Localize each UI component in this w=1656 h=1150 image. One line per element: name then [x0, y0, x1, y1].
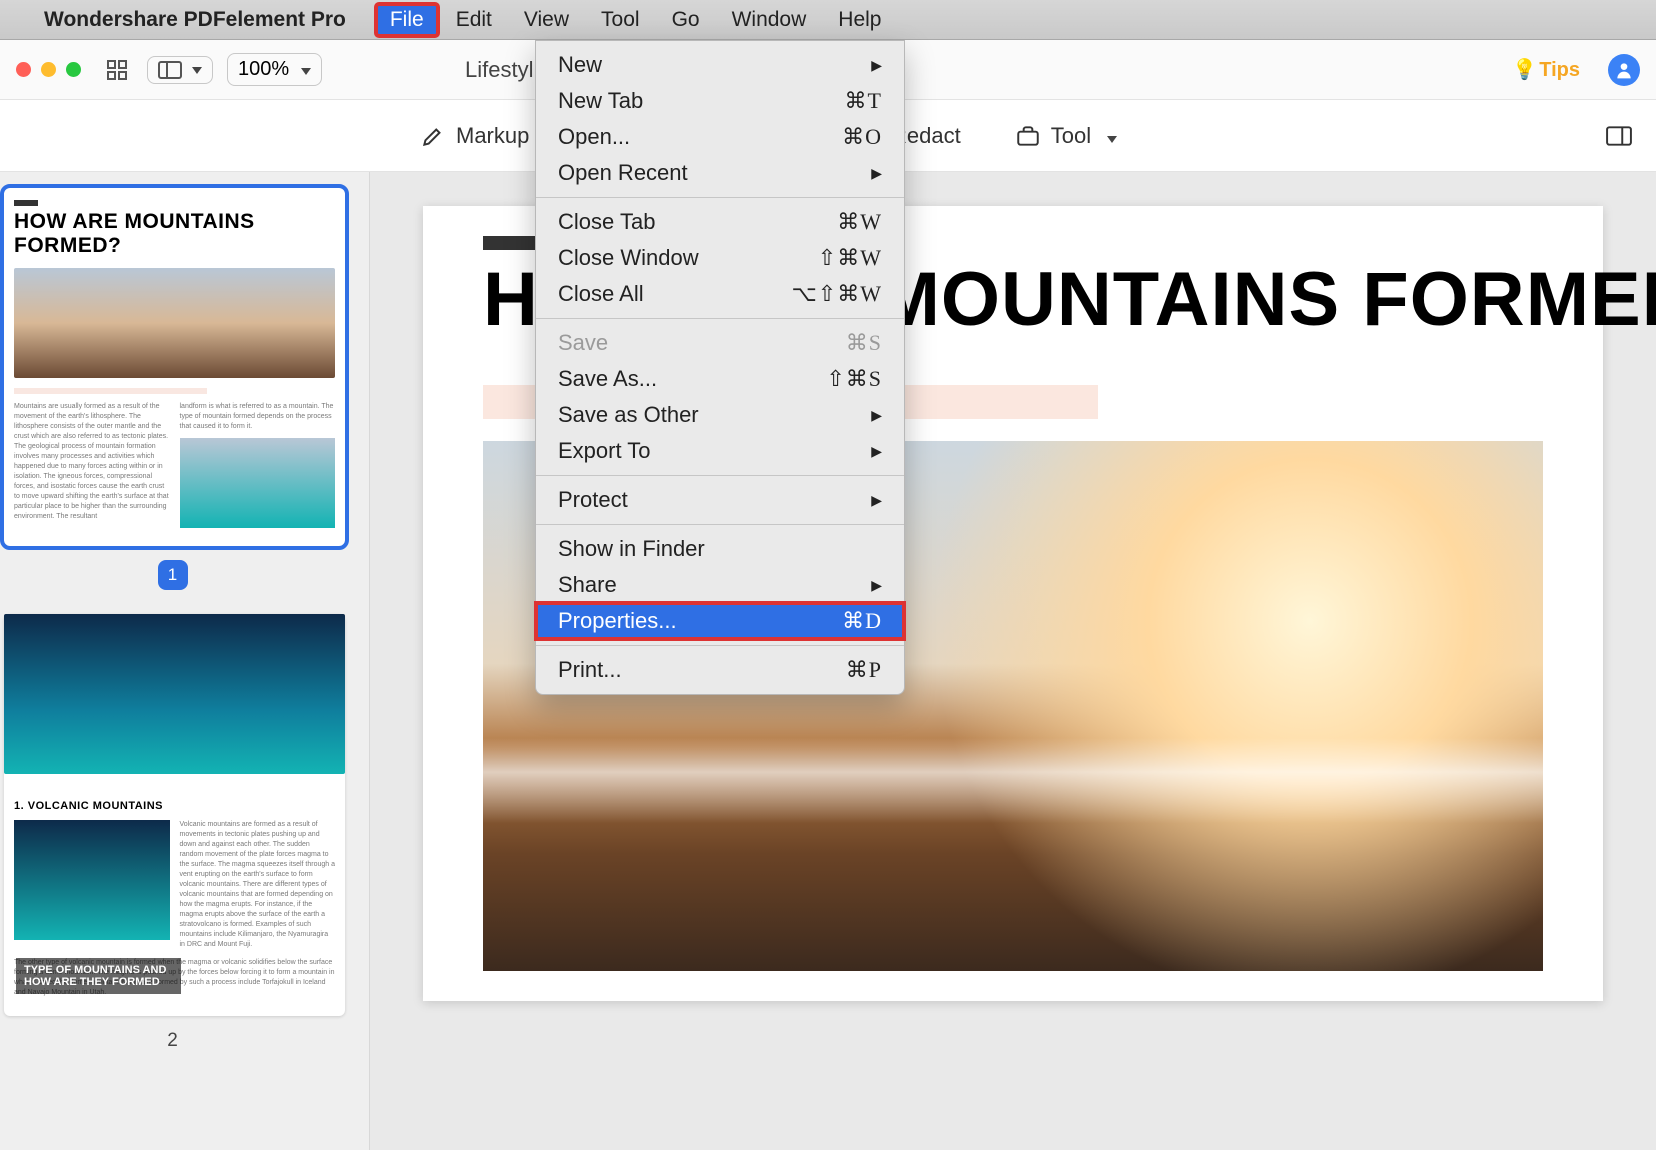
- thumb-heading: 1. VOLCANIC MOUNTAINS: [14, 800, 335, 812]
- tool-label: Markup: [456, 123, 529, 149]
- thumb-text: Mountains are usually formed as a result…: [14, 402, 170, 528]
- thumb-image: [180, 438, 336, 528]
- menu-item-save: Save⌘S: [536, 325, 904, 361]
- window-zoom-button[interactable]: [66, 62, 81, 77]
- thumb-image: [4, 614, 345, 774]
- menu-item-print[interactable]: Print...⌘P: [536, 652, 904, 688]
- thumb-overlay: TYPE OF MOUNTAINS AND HOW ARE THEY FORME…: [16, 958, 181, 994]
- account-avatar[interactable]: [1608, 54, 1640, 86]
- window-close-button[interactable]: [16, 62, 31, 77]
- right-panel-toggle[interactable]: [1606, 123, 1632, 149]
- menu-item-save-as[interactable]: Save As...⇧⌘S: [536, 361, 904, 397]
- menu-separator: [536, 524, 904, 525]
- menu-item-new[interactable]: New: [536, 47, 904, 83]
- thumbnail-grid-icon[interactable]: [105, 58, 129, 82]
- chevron-down-icon: [186, 61, 202, 79]
- chevron-down-icon: [1101, 123, 1117, 149]
- tool-toolbox[interactable]: Tool: [1015, 123, 1117, 149]
- app-name[interactable]: Wondershare PDFelement Pro: [44, 8, 346, 32]
- thumb-text: Volcanic mountains are formed as a resul…: [180, 820, 336, 950]
- menubar-item-view[interactable]: View: [510, 4, 583, 36]
- page-number: 2: [0, 1030, 345, 1052]
- menubar-item-tool[interactable]: Tool: [587, 4, 654, 36]
- menu-separator: [536, 475, 904, 476]
- zoom-value: 100%: [238, 58, 289, 81]
- zoom-select[interactable]: 100%: [227, 53, 322, 86]
- menu-item-close-tab[interactable]: Close Tab⌘W: [536, 204, 904, 240]
- menu-item-properties[interactable]: Properties...⌘D: [536, 603, 904, 639]
- menu-separator: [536, 645, 904, 646]
- page-kicker: [483, 236, 543, 250]
- menu-item-new-tab[interactable]: New Tab⌘T: [536, 83, 904, 119]
- thumb-image: [14, 268, 335, 378]
- tips-button[interactable]: Tips: [1512, 57, 1580, 82]
- menu-item-open[interactable]: Open...⌘O: [536, 119, 904, 155]
- chevron-down-icon: [295, 58, 311, 81]
- page-badge: 1: [158, 560, 188, 590]
- window-minimize-button[interactable]: [41, 62, 56, 77]
- menu-separator: [536, 197, 904, 198]
- highlighter-icon: [420, 123, 446, 149]
- sidebar-toggle[interactable]: [147, 56, 213, 84]
- menubar-item-edit[interactable]: Edit: [442, 4, 506, 36]
- menu-item-open-recent[interactable]: Open Recent: [536, 155, 904, 191]
- menubar-item-help[interactable]: Help: [824, 4, 895, 36]
- menu-item-show-in-finder[interactable]: Show in Finder: [536, 531, 904, 567]
- menubar-item-go[interactable]: Go: [658, 4, 714, 36]
- thumb-title: HOW ARE MOUNTAINS FORMED?: [14, 210, 335, 258]
- thumb-image: [14, 820, 170, 940]
- menu-separator: [536, 318, 904, 319]
- menu-item-share[interactable]: Share: [536, 567, 904, 603]
- file-menu: New New Tab⌘T Open...⌘O Open Recent Clos…: [535, 40, 905, 695]
- traffic-lights: [16, 62, 81, 77]
- thumbnail-panel: HOW ARE MOUNTAINS FORMED? Mountains are …: [0, 172, 370, 1150]
- thumbnail-page-2[interactable]: TYPE OF MOUNTAINS AND HOW ARE THEY FORME…: [4, 614, 345, 1016]
- menubar-item-file[interactable]: File: [376, 4, 438, 36]
- document-title: Lifestyl: [465, 57, 533, 83]
- tool-label: Tool: [1051, 123, 1091, 149]
- menu-item-save-as-other[interactable]: Save as Other: [536, 397, 904, 433]
- tool-markup[interactable]: Markup: [420, 123, 529, 149]
- thumbnail-page-1[interactable]: HOW ARE MOUNTAINS FORMED? Mountains are …: [4, 188, 345, 546]
- menu-item-close-all[interactable]: Close All⌥⇧⌘W: [536, 276, 904, 312]
- menu-item-close-window[interactable]: Close Window⇧⌘W: [536, 240, 904, 276]
- menu-item-protect[interactable]: Protect: [536, 482, 904, 518]
- toolbox-icon: [1015, 123, 1041, 149]
- menu-item-export-to[interactable]: Export To: [536, 433, 904, 469]
- menubar-item-window[interactable]: Window: [718, 4, 821, 36]
- macos-menubar: Wondershare PDFelement Pro File Edit Vie…: [0, 0, 1656, 40]
